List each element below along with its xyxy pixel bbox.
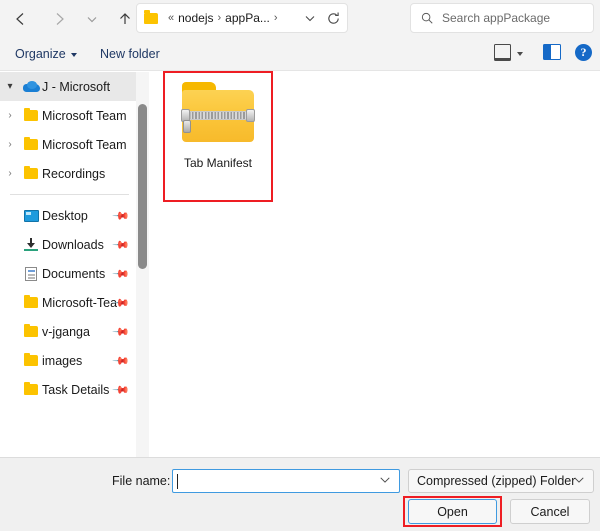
- sidebar-item-downloads[interactable]: Downloads 📌: [0, 230, 137, 259]
- search-box[interactable]: Search appPackage: [410, 3, 594, 33]
- breadcrumb-segment-appPackage[interactable]: appPa...: [225, 11, 270, 25]
- file-name-input[interactable]: [172, 469, 400, 493]
- recent-locations-button[interactable]: [80, 4, 104, 34]
- chevron-right-icon[interactable]: ›: [0, 139, 20, 150]
- cancel-button[interactable]: Cancel: [510, 499, 590, 524]
- breadcrumb-overflow[interactable]: «: [168, 12, 174, 24]
- pin-icon[interactable]: 📌: [112, 322, 131, 341]
- folder-icon: [20, 323, 42, 337]
- sidebar-item-label: Microsoft Team: [42, 137, 127, 152]
- open-button[interactable]: Open: [408, 499, 497, 524]
- zipped-folder-icon: [180, 82, 256, 146]
- help-icon: ?: [575, 44, 592, 61]
- search-input[interactable]: Search appPackage: [442, 11, 550, 25]
- search-icon: [420, 11, 434, 25]
- sidebar-item-label: Microsoft-Tea: [42, 295, 118, 310]
- file-type-value: Compressed (zipped) Folder: [417, 474, 576, 488]
- sidebar-item-task-details[interactable]: Task Details 📌: [0, 375, 137, 404]
- folder-icon: [20, 381, 42, 395]
- sidebar-item-label: J - Microsoft: [42, 79, 111, 94]
- sidebar-item-images[interactable]: images 📌: [0, 346, 137, 375]
- arrow-left-icon: [16, 13, 24, 25]
- sidebar-item-label: images: [42, 353, 83, 368]
- sidebar-item-microsoft-teams-1[interactable]: › Microsoft Team: [0, 101, 137, 130]
- help-button[interactable]: ?: [575, 44, 592, 61]
- forward-button[interactable]: [44, 4, 74, 34]
- chevron-down-icon[interactable]: ▾: [0, 81, 20, 92]
- sidebar-scrollbar-thumb[interactable]: [138, 104, 147, 269]
- folder-icon: [20, 165, 42, 179]
- chevron-down-icon: [87, 17, 97, 23]
- sidebar-item-recordings[interactable]: › Recordings: [0, 159, 137, 188]
- view-layout-icon: [494, 44, 511, 61]
- breadcrumb-separator: ›: [217, 12, 222, 24]
- view-options-button[interactable]: [494, 44, 523, 61]
- chevron-right-icon[interactable]: ›: [0, 110, 20, 121]
- chevron-down-icon[interactable]: [379, 475, 391, 488]
- file-name-label: File name:: [112, 474, 171, 488]
- text-cursor: [177, 474, 178, 489]
- address-bar[interactable]: « nodejs › appPa... ›: [136, 3, 348, 33]
- chevron-right-icon[interactable]: ›: [0, 168, 20, 179]
- desktop-icon: [20, 209, 42, 222]
- organize-button[interactable]: Organize: [11, 45, 81, 63]
- sidebar-item-label: Microsoft Team: [42, 108, 127, 123]
- chevron-down-icon: [517, 51, 523, 56]
- refresh-button[interactable]: [326, 4, 341, 32]
- arrow-up-icon: [120, 13, 130, 24]
- pin-icon[interactable]: 📌: [112, 264, 131, 283]
- sidebar-item-label: Task Details: [42, 382, 110, 397]
- file-list-area[interactable]: Tab Manifest: [150, 71, 600, 457]
- breadcrumb-separator-end: ›: [273, 12, 278, 24]
- folder-icon: [20, 352, 42, 366]
- sidebar-item-label: Desktop: [42, 208, 88, 223]
- sidebar-divider: [10, 194, 129, 195]
- new-folder-label: New folder: [100, 47, 160, 61]
- sidebar-item-onedrive[interactable]: ▾ J - Microsoft: [0, 72, 137, 101]
- sidebar-item-label: Documents: [42, 266, 106, 281]
- folder-icon: [20, 136, 42, 150]
- address-dropdown-button[interactable]: [303, 4, 317, 32]
- preview-pane-button[interactable]: [543, 44, 561, 60]
- breadcrumb-segment-nodejs[interactable]: nodejs: [178, 11, 213, 25]
- file-item-tab-manifest[interactable]: Tab Manifest: [170, 82, 266, 170]
- arrow-right-icon: [56, 13, 64, 25]
- pin-icon[interactable]: 📌: [112, 351, 131, 370]
- folder-icon: [144, 10, 158, 24]
- navigation-pane: ▾ J - Microsoft › Microsoft Team › Micro…: [0, 72, 137, 457]
- downloads-icon: [20, 238, 42, 251]
- chevron-down-icon: [70, 53, 77, 57]
- sidebar-scrollbar[interactable]: [136, 72, 149, 457]
- sidebar-item-label: Downloads: [42, 237, 104, 252]
- pin-icon[interactable]: 📌: [112, 206, 131, 225]
- onedrive-cloud-icon: [20, 81, 42, 92]
- organize-label: Organize: [15, 47, 66, 61]
- sidebar-item-microsoft-teams-chat-files[interactable]: Microsoft-Tea 📌: [0, 288, 137, 317]
- chevron-down-icon[interactable]: [573, 475, 585, 488]
- pin-icon[interactable]: 📌: [112, 380, 131, 399]
- preview-pane-icon: [543, 44, 561, 60]
- sidebar-item-microsoft-teams-2[interactable]: › Microsoft Team: [0, 130, 137, 159]
- command-bar: Organize New folder ?: [0, 38, 600, 71]
- new-folder-button[interactable]: New folder: [96, 45, 164, 63]
- back-button[interactable]: [6, 4, 36, 34]
- sidebar-item-desktop[interactable]: Desktop 📌: [0, 201, 137, 230]
- folder-icon: [20, 294, 42, 308]
- pin-icon[interactable]: 📌: [112, 235, 131, 254]
- file-item-label: Tab Manifest: [183, 156, 253, 170]
- sidebar-item-v-jganga[interactable]: v-jganga 📌: [0, 317, 137, 346]
- file-picker-dialog: « nodejs › appPa... › Search appPackage: [0, 0, 600, 531]
- file-type-dropdown[interactable]: Compressed (zipped) Folder: [408, 469, 594, 493]
- sidebar-item-label: Recordings: [42, 166, 106, 181]
- sidebar-item-documents[interactable]: Documents 📌: [0, 259, 137, 288]
- folder-icon: [20, 107, 42, 121]
- sidebar-item-label: v-jganga: [42, 324, 90, 339]
- refresh-icon: [328, 12, 339, 24]
- chevron-down-icon: [305, 16, 315, 22]
- documents-icon: [20, 266, 42, 281]
